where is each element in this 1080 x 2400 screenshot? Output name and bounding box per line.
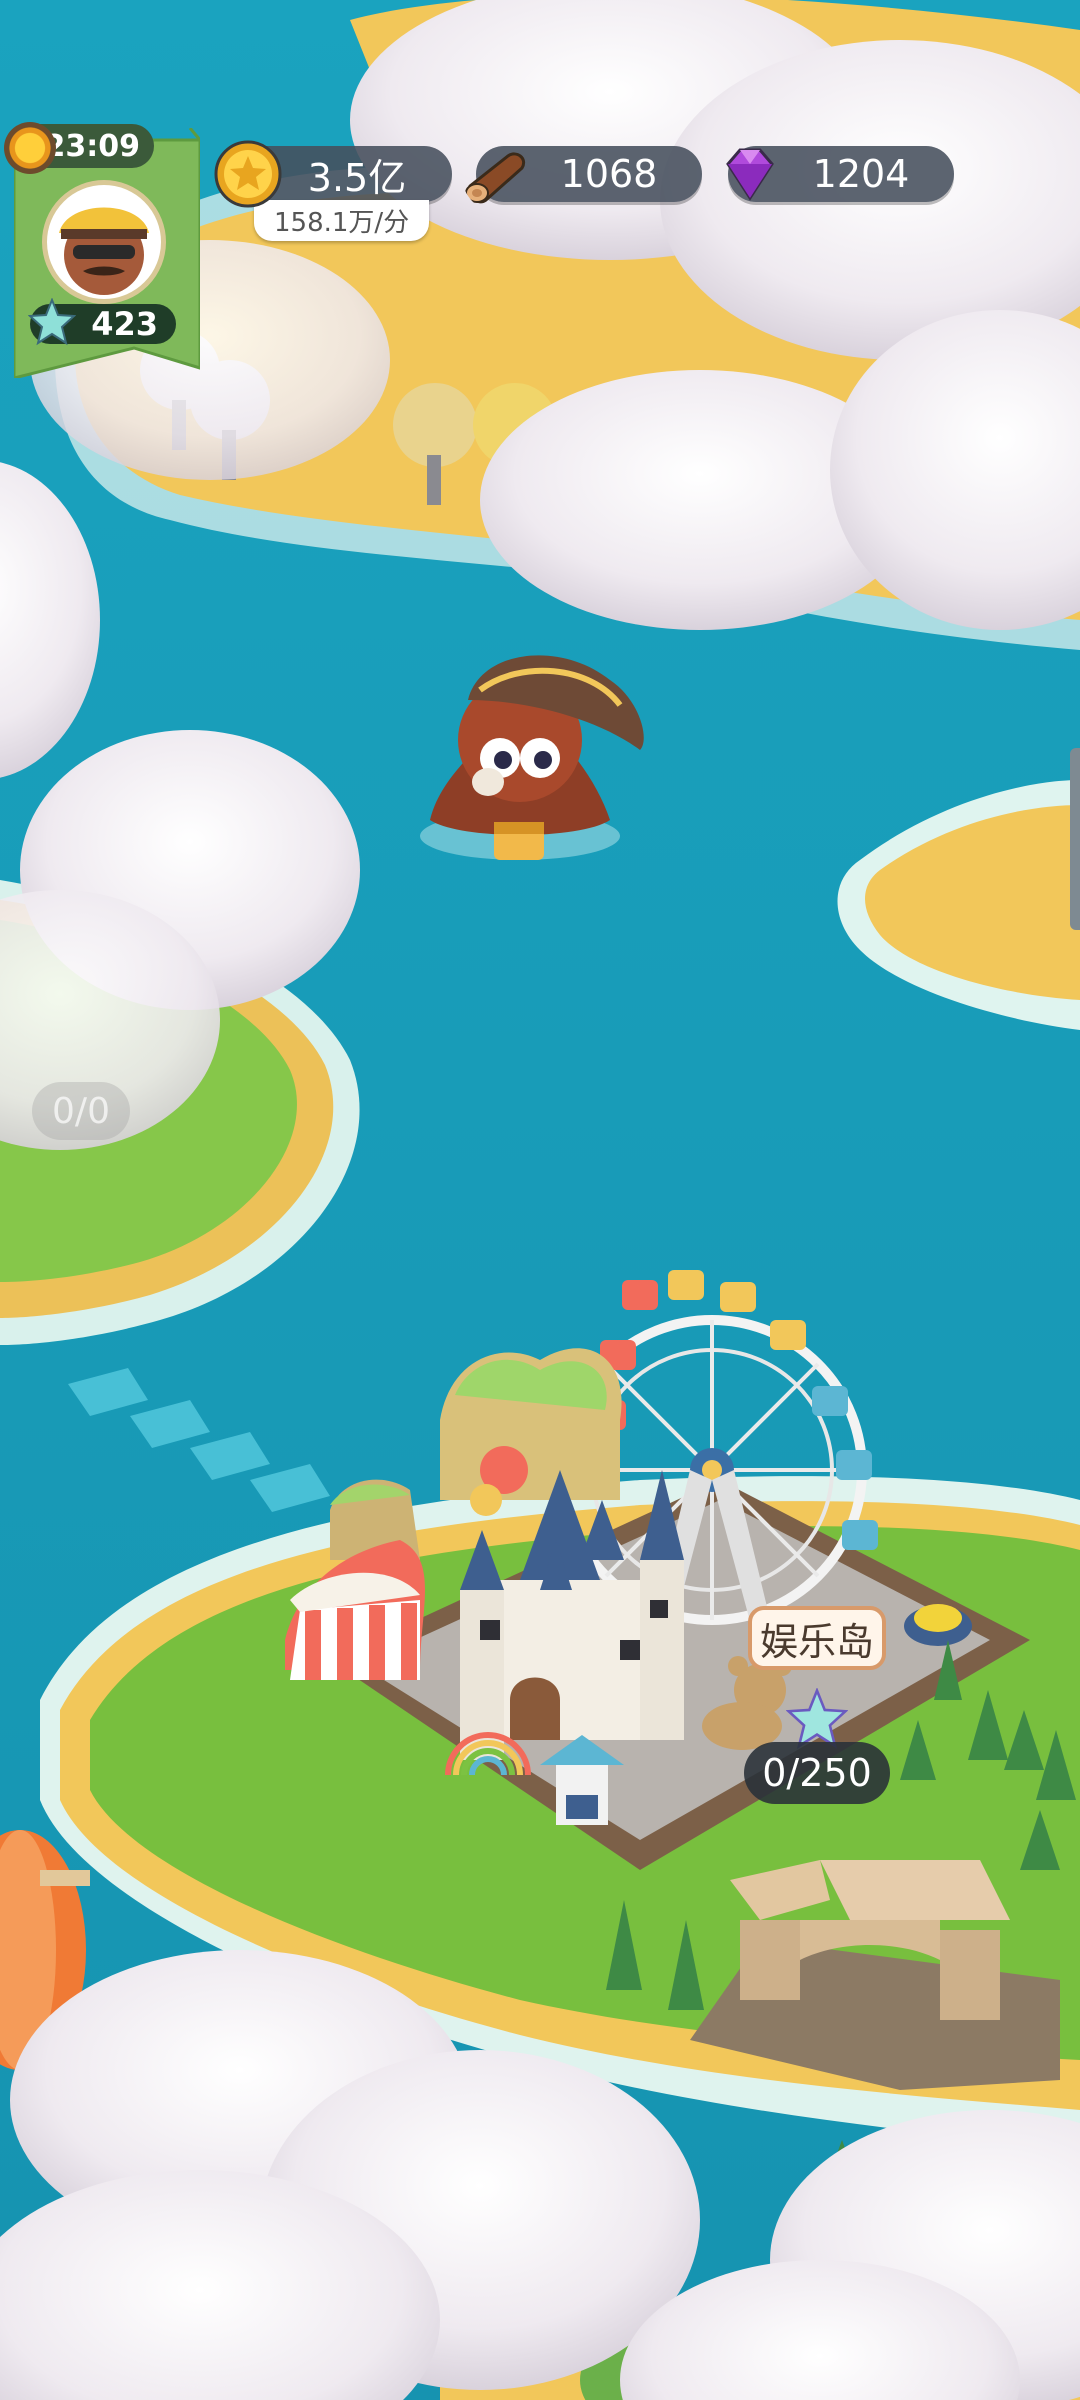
island-name: 娱乐岛 xyxy=(759,1619,874,1664)
gem-value: 1204 xyxy=(812,152,910,196)
locked-island-progress: 0/0 xyxy=(32,1082,130,1140)
island-progress-text: 0/250 xyxy=(762,1751,872,1795)
island-name-sign[interactable]: 娱乐岛 xyxy=(748,1606,886,1670)
avatar-portrait xyxy=(59,207,149,295)
wood-log-icon xyxy=(465,152,525,204)
sun-icon xyxy=(4,122,56,174)
island-progress[interactable]: 0/250 xyxy=(744,1742,890,1804)
avatar[interactable] xyxy=(42,180,166,304)
coin-icon xyxy=(214,140,282,208)
locked-island-progress-text: 0/0 xyxy=(52,1090,110,1132)
wood-value: 1068 xyxy=(560,152,658,196)
gem-icon xyxy=(726,148,774,201)
clock-time: 23:09 xyxy=(44,128,141,164)
star-icon xyxy=(786,1688,848,1749)
coin-rate-tag: 158.1万/分 xyxy=(254,200,430,241)
coin-value: 3.5亿 xyxy=(307,155,407,200)
coin-rate: 158.1万/分 xyxy=(274,208,410,238)
player-level: 423 xyxy=(91,305,158,343)
side-drawer-tab[interactable] xyxy=(1070,748,1080,930)
star-icon xyxy=(28,298,76,346)
